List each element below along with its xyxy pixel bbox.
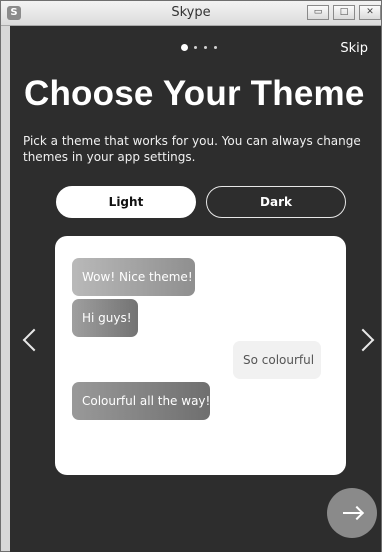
chevron-left-icon[interactable] — [22, 328, 46, 352]
page-title: Choose Your Theme — [24, 74, 365, 113]
preview-message-self: So colourful — [233, 341, 321, 379]
dark-theme-button[interactable]: Dark — [206, 186, 346, 218]
close-icon: ✕ — [366, 7, 374, 17]
preview-message: Wow! Nice theme! — [72, 258, 195, 296]
close-button[interactable]: ✕ — [359, 5, 381, 20]
light-theme-button[interactable]: Light — [56, 186, 196, 218]
page-dot — [194, 46, 197, 49]
theme-onboarding-screen: Skip Choose Your Theme Pick a theme that… — [10, 26, 381, 552]
skype-window: S Skype ▭ □ ✕ Skip Choose Your Theme Pic… — [0, 0, 382, 552]
page-dot-current — [181, 44, 188, 51]
page-dot — [214, 46, 217, 49]
minimize-icon: ▭ — [313, 7, 323, 17]
theme-preview-card: Wow! Nice theme! Hi guys! So colourful C… — [55, 236, 346, 475]
title-bar[interactable]: S Skype ▭ □ ✕ — [1, 1, 381, 26]
preview-message: Colourful all the way! — [72, 382, 210, 420]
maximize-button[interactable]: □ — [333, 5, 355, 20]
maximize-icon: □ — [339, 7, 349, 17]
page-dot — [204, 46, 207, 49]
chevron-right-icon[interactable] — [351, 328, 375, 352]
page-indicator — [181, 42, 229, 52]
page-subtitle: Pick a theme that works for you. You can… — [23, 134, 361, 164]
next-button[interactable] — [327, 488, 377, 538]
preview-message: Hi guys! — [72, 299, 138, 337]
skip-button[interactable]: Skip — [340, 41, 368, 56]
arrow-right-icon-head — [349, 505, 365, 521]
minimize-button[interactable]: ▭ — [307, 5, 329, 20]
